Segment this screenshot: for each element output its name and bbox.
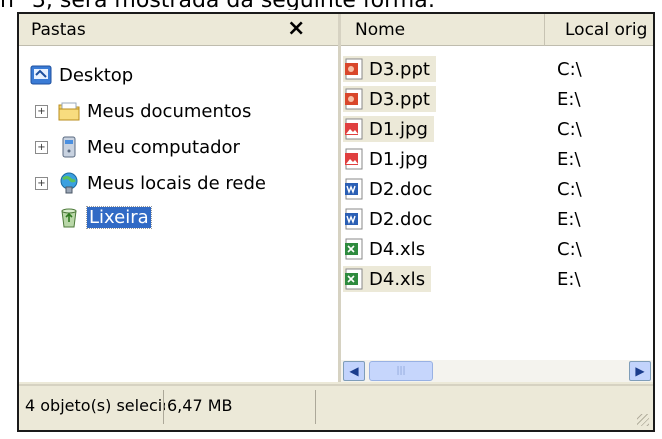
explorer-window: Pastas × Desktop + Meus documentos + Meu…: [17, 12, 655, 432]
file-row[interactable]: D3.ppt C:\: [341, 54, 653, 84]
scroll-left-button[interactable]: ◀: [343, 361, 365, 381]
file-row[interactable]: D1.jpg C:\: [341, 114, 653, 144]
jpg-icon: [345, 148, 363, 170]
file-location: E:\: [557, 89, 581, 110]
file-row[interactable]: D3.ppt E:\: [341, 84, 653, 114]
jpg-icon: [345, 118, 363, 140]
scrollbar-thumb[interactable]: |||: [369, 361, 433, 381]
column-header-name[interactable]: Nome: [341, 14, 545, 46]
tree-item-label: Desktop: [59, 64, 134, 86]
tree-item-label-selected: Lixeira: [86, 205, 152, 229]
tree-item-desktop[interactable]: Desktop: [29, 62, 133, 88]
file-row[interactable]: D2.doc E:\: [341, 204, 653, 234]
file-row[interactable]: D1.jpg E:\: [341, 144, 653, 174]
folders-pane-header: Pastas ×: [19, 14, 338, 46]
tree-item-meu-computador[interactable]: Meu computador: [57, 134, 240, 160]
file-location: E:\: [557, 149, 581, 170]
status-divider: [163, 390, 164, 424]
tree-item-meus-documentos[interactable]: Meus documentos: [57, 98, 251, 124]
file-name: D4.xls: [369, 238, 426, 260]
file-location: E:\: [557, 209, 581, 230]
file-name-cell: D4.xls: [343, 266, 432, 292]
file-name-cell: D2.doc: [343, 206, 438, 232]
expand-toggle-icon[interactable]: +: [35, 141, 48, 154]
computer-icon: [62, 136, 76, 158]
ppt-icon: [345, 88, 363, 110]
close-folders-pane-icon[interactable]: ×: [287, 16, 305, 41]
network-icon: [60, 172, 78, 194]
tree-item-label: Meu computador: [87, 136, 240, 158]
folder-icon: [58, 102, 80, 121]
expand-toggle-icon[interactable]: +: [35, 177, 48, 190]
file-location: C:\: [557, 239, 582, 260]
column-header-original-location[interactable]: Local orig: [545, 14, 653, 46]
file-name: D4.xls: [369, 268, 426, 290]
tree-item-lixeira[interactable]: Lixeira: [57, 204, 152, 230]
file-location: E:\: [557, 269, 581, 290]
file-name-cell: D3.ppt: [343, 86, 436, 112]
file-row[interactable]: D4.xls E:\: [341, 264, 653, 294]
status-divider: [315, 390, 316, 424]
tree-item-label: Meus documentos: [87, 100, 252, 122]
caption-text: n° 3, será mostrada da seguinte forma:: [0, 0, 662, 10]
file-name: D3.ppt: [369, 58, 430, 80]
doc-icon: [345, 208, 363, 230]
file-row[interactable]: D2.doc C:\: [341, 174, 653, 204]
files-list-pane: Nome Local orig D3.ppt C:\ D3.ppt E:\ D1…: [341, 14, 653, 382]
status-selected-objects: 4 objeto(s) selecionado(s): [25, 396, 165, 415]
file-name: D2.doc: [369, 208, 433, 230]
file-name-cell: D4.xls: [343, 236, 431, 262]
desktop-icon: [30, 65, 52, 85]
doc-icon: [345, 178, 363, 200]
file-name: D1.jpg: [369, 148, 428, 170]
recycle-bin-icon: [61, 208, 77, 228]
status-bar: 4 objeto(s) selecionado(s) 6,47 MB: [19, 384, 653, 430]
ppt-icon: [345, 58, 363, 80]
file-name-cell: D1.jpg: [343, 146, 434, 172]
xls-icon: [345, 268, 363, 290]
scroll-right-button[interactable]: ▶: [629, 361, 651, 381]
tree-item-label: Meus locais de rede: [87, 172, 266, 194]
folders-pane-title: Pastas: [31, 20, 86, 40]
file-name-cell: D2.doc: [343, 176, 438, 202]
status-total-size: 6,47 MB: [167, 396, 233, 415]
file-name: D3.ppt: [369, 88, 430, 110]
file-location: C:\: [557, 59, 582, 80]
folders-pane: Pastas × Desktop + Meus documentos + Meu…: [19, 14, 341, 382]
xls-icon: [345, 238, 363, 260]
expand-toggle-icon[interactable]: +: [35, 105, 48, 118]
file-location: C:\: [557, 179, 582, 200]
tree-item-meus-locais-de-rede[interactable]: Meus locais de rede: [57, 170, 266, 196]
file-name-cell: D1.jpg: [343, 116, 434, 142]
file-name-cell: D3.ppt: [343, 56, 436, 82]
horizontal-scrollbar[interactable]: ◀ ||| ▶: [341, 360, 653, 382]
file-name: D2.doc: [369, 178, 433, 200]
resize-grip-icon[interactable]: [637, 414, 649, 426]
file-row[interactable]: D4.xls C:\: [341, 234, 653, 264]
file-name: D1.jpg: [369, 118, 428, 140]
file-location: C:\: [557, 119, 582, 140]
